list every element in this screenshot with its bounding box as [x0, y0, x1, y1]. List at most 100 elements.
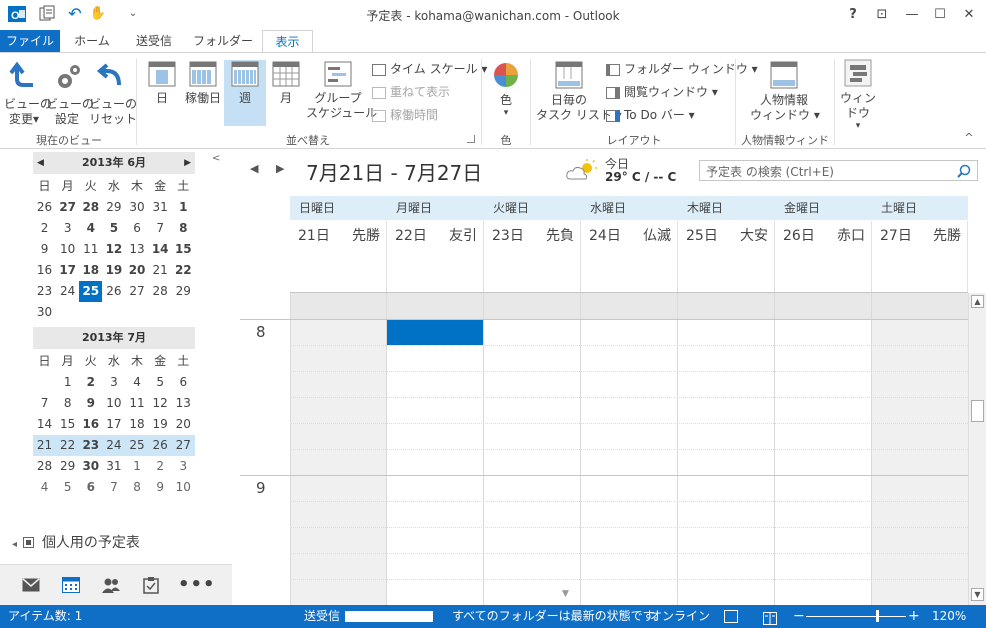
date-cell[interactable]: 5 — [102, 218, 125, 239]
day-column-header[interactable]: 25日 大安 — [678, 221, 775, 293]
scroll-down-indicator[interactable]: ▼ — [562, 589, 569, 599]
date-cell[interactable]: 6 — [126, 218, 149, 239]
schedule-view-button[interactable]: グループ スケジュール — [306, 61, 377, 121]
search-icon[interactable] — [957, 164, 971, 178]
month-view-button[interactable]: 月 — [268, 61, 304, 106]
date-cell[interactable]: 28 — [33, 456, 56, 477]
people-icon[interactable] — [99, 575, 123, 595]
date-cell[interactable]: 19 — [149, 414, 172, 435]
date-cell[interactable]: 3 — [172, 456, 195, 477]
date-cell[interactable]: 16 — [33, 260, 56, 281]
day-column-header[interactable]: 26日 赤口 — [775, 221, 872, 293]
date-cell[interactable]: 30 — [126, 197, 149, 218]
date-cell[interactable]: 26 — [33, 197, 56, 218]
weather-icon[interactable] — [566, 159, 598, 184]
date-cell[interactable]: 7 — [149, 218, 172, 239]
date-cell[interactable]: 18 — [79, 260, 102, 281]
date-cell[interactable]: 8 — [126, 477, 149, 498]
vertical-scrollbar[interactable]: ▲ ▼ — [968, 293, 986, 605]
date-cell[interactable]: 28 — [79, 197, 102, 218]
zoom-in-button[interactable]: + — [908, 605, 920, 628]
tasks-icon[interactable] — [139, 575, 163, 595]
date-cell[interactable]: 18 — [126, 414, 149, 435]
date-cell[interactable]: 22 — [56, 435, 79, 456]
color-button[interactable]: 色 ▾ — [488, 61, 524, 118]
date-cell[interactable]: 29 — [102, 197, 125, 218]
scroll-thumb[interactable] — [971, 400, 984, 422]
reset-view-button[interactable]: ビューの リセット — [89, 61, 137, 127]
date-cell[interactable]: 23 — [79, 435, 102, 456]
calendar-group[interactable]: ◂ 個人用の予定表 — [12, 532, 140, 554]
zoom-out-button[interactable]: − — [793, 605, 805, 628]
date-cell[interactable]: 6 — [172, 372, 195, 393]
view-settings-button[interactable]: ビューの 設定 — [46, 61, 94, 127]
time-scale-button[interactable]: タイム スケール ▾ — [372, 59, 487, 79]
next-week-button[interactable]: ▶ — [276, 162, 284, 175]
help-button[interactable]: ? — [842, 4, 864, 26]
collapse-nav-button[interactable]: < — [212, 153, 224, 165]
date-cell[interactable]: 27 — [126, 281, 149, 302]
date-cell[interactable]: 25 — [79, 281, 103, 302]
date-cell[interactable]: 19 — [102, 260, 125, 281]
ribbon-display-button[interactable]: ⊡ — [871, 4, 893, 26]
reading-view-icon[interactable] — [763, 610, 777, 625]
date-cell[interactable]: 24 — [56, 281, 79, 302]
day-view-button[interactable]: 日 — [144, 61, 180, 106]
tab-home[interactable]: ホーム — [62, 30, 122, 53]
zoom-slider[interactable] — [806, 616, 906, 617]
date-cell[interactable]: 9 — [149, 477, 172, 498]
day-column-header[interactable]: 27日 先勝 — [872, 221, 968, 293]
scroll-down-button[interactable]: ▼ — [971, 588, 984, 601]
date-cell[interactable]: 9 — [79, 393, 102, 414]
calendar-checkbox-icon[interactable] — [23, 536, 35, 548]
date-cell[interactable]: 1 — [56, 372, 79, 393]
date-cell[interactable]: 4 — [79, 218, 102, 239]
date-cell[interactable]: 20 — [172, 414, 195, 435]
date-cell[interactable]: 4 — [33, 477, 56, 498]
date-cell[interactable]: 11 — [126, 393, 149, 414]
date-cell[interactable]: 12 — [149, 393, 172, 414]
close-button[interactable]: ✕ — [958, 4, 980, 26]
scroll-up-button[interactable]: ▲ — [971, 295, 984, 308]
date-cell[interactable]: 15 — [56, 414, 79, 435]
date-cell[interactable]: 16 — [79, 414, 102, 435]
date-cell[interactable]: 11 — [79, 239, 102, 260]
week-view-button[interactable]: 週 — [224, 60, 266, 126]
date-cell[interactable]: 13 — [172, 393, 195, 414]
dialog-launcher-icon[interactable] — [467, 135, 475, 143]
date-cell[interactable]: 15 — [172, 239, 195, 260]
date-cell[interactable]: 1 — [172, 197, 195, 218]
date-cell[interactable]: 9 — [33, 239, 56, 260]
date-cell[interactable]: 21 — [33, 435, 56, 456]
date-cell[interactable]: 28 — [149, 281, 172, 302]
date-cell[interactable]: 30 — [33, 302, 56, 323]
date-cell[interactable]: 31 — [149, 197, 172, 218]
date-cell[interactable]: 8 — [56, 393, 79, 414]
date-cell[interactable]: 10 — [172, 477, 195, 498]
prev-month-button[interactable]: ◀ — [37, 152, 44, 174]
date-cell[interactable]: 24 — [102, 435, 125, 456]
minimize-button[interactable]: — — [901, 4, 923, 26]
date-cell[interactable]: 12 — [102, 239, 125, 260]
maximize-button[interactable]: ☐ — [929, 4, 951, 26]
date-cell[interactable]: 3 — [56, 218, 79, 239]
date-cell[interactable]: 7 — [33, 393, 56, 414]
window-button[interactable]: ウィンドウ ▾ — [836, 59, 880, 131]
normal-view-icon[interactable] — [724, 610, 738, 623]
day-column-header[interactable]: 22日 友引 — [387, 221, 484, 293]
date-cell[interactable]: 17 — [102, 414, 125, 435]
date-cell[interactable]: 29 — [172, 281, 195, 302]
tab-file[interactable]: ファイル — [0, 30, 60, 53]
date-cell[interactable]: 2 — [149, 456, 172, 477]
people-pane-button[interactable]: 人物情報 ウィンドウ ▾ — [750, 61, 820, 123]
mail-icon[interactable] — [19, 575, 43, 595]
date-cell[interactable]: 26 — [102, 281, 125, 302]
zoom-slider-thumb[interactable] — [876, 610, 879, 622]
day-column-header[interactable]: 24日 仏滅 — [581, 221, 678, 293]
date-cell[interactable]: 23 — [33, 281, 56, 302]
zoom-level[interactable]: 120% — [932, 605, 966, 628]
date-cell[interactable]: 25 — [126, 435, 149, 456]
selected-time-slot[interactable] — [387, 320, 483, 345]
date-cell[interactable]: 5 — [149, 372, 172, 393]
tab-folder[interactable]: フォルダー — [190, 30, 256, 53]
